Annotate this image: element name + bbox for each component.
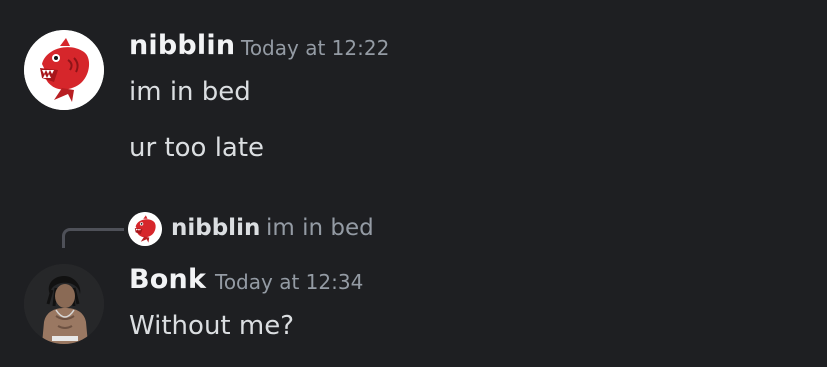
reply-author[interactable]: nibblin bbox=[171, 215, 260, 241]
message-author[interactable]: Bonk bbox=[129, 264, 206, 295]
message-group-bonk: nibblin im in bed Bonk Today at 12:34 Wi… bbox=[0, 0, 827, 367]
reply-avatar[interactable] bbox=[128, 212, 162, 246]
piranha-avatar-icon bbox=[128, 212, 162, 246]
reply-preview-text[interactable]: im in bed bbox=[266, 215, 374, 241]
reply-spine bbox=[62, 228, 124, 248]
person-avatar-icon bbox=[24, 264, 104, 344]
avatar[interactable] bbox=[24, 264, 104, 344]
message-timestamp: Today at 12:34 bbox=[215, 270, 364, 294]
message-text: Without me? bbox=[129, 311, 295, 341]
